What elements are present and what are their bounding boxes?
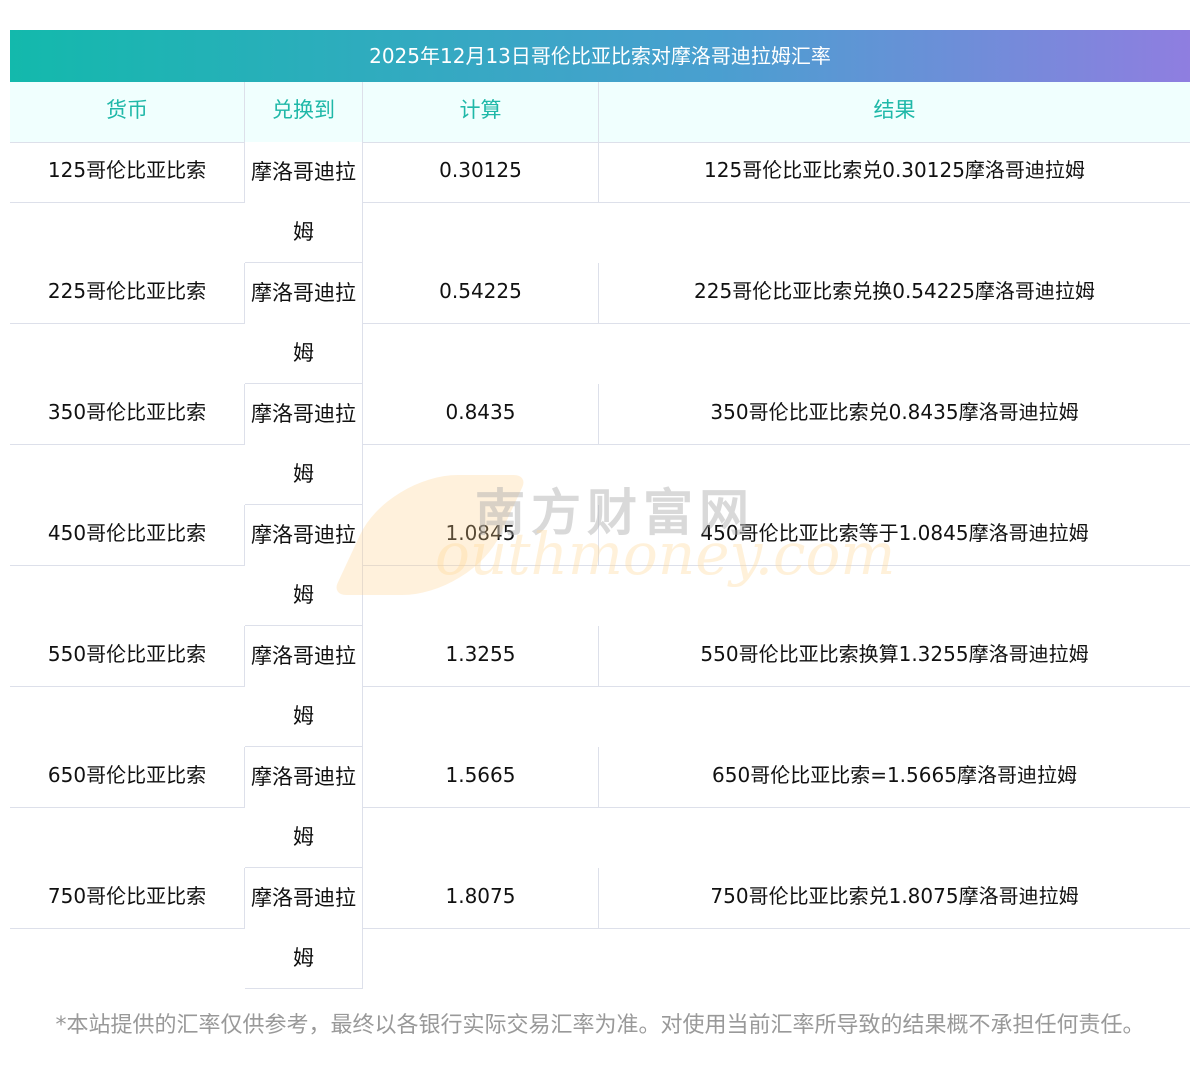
table-row: 125哥伦比亚比索 摩洛哥迪拉姆 0.30125 125哥伦比亚比索兑0.30125摩… bbox=[10, 142, 1190, 263]
target-cell: 摩洛哥迪拉姆 bbox=[245, 263, 363, 384]
table-row: 450哥伦比亚比索 摩洛哥迪拉姆 1.0845 450哥伦比亚比索等于1.0845摩洛… bbox=[10, 505, 1190, 626]
table-row: 750哥伦比亚比索 摩洛哥迪拉姆 1.8075 750哥伦比亚比索兑1.8075摩洛哥… bbox=[10, 868, 1190, 989]
currency-cell: 125哥伦比亚比索 bbox=[10, 142, 245, 203]
table-row: 350哥伦比亚比索 摩洛哥迪拉姆 0.8435 350哥伦比亚比索兑0.8435摩洛哥… bbox=[10, 384, 1190, 505]
calc-cell: 1.5665 bbox=[363, 747, 599, 808]
target-cell: 摩洛哥迪拉姆 bbox=[245, 142, 363, 263]
currency-cell: 650哥伦比亚比索 bbox=[10, 747, 245, 808]
result-cell: 125哥伦比亚比索兑0.30125摩洛哥迪拉姆 bbox=[599, 142, 1190, 203]
currency-cell: 450哥伦比亚比索 bbox=[10, 505, 245, 566]
currency-cell: 550哥伦比亚比索 bbox=[10, 626, 245, 687]
result-cell: 450哥伦比亚比索等于1.0845摩洛哥迪拉姆 bbox=[599, 505, 1190, 566]
result-cell: 225哥伦比亚比索兑换0.54225摩洛哥迪拉姆 bbox=[599, 263, 1190, 324]
table-title: 2025年12月13日哥伦比亚比索对摩洛哥迪拉姆汇率 bbox=[10, 30, 1190, 82]
currency-cell: 750哥伦比亚比索 bbox=[10, 868, 245, 929]
result-cell: 750哥伦比亚比索兑1.8075摩洛哥迪拉姆 bbox=[599, 868, 1190, 929]
calc-cell: 1.8075 bbox=[363, 868, 599, 929]
header-target: 兑换到 bbox=[245, 82, 363, 142]
target-cell: 摩洛哥迪拉姆 bbox=[245, 384, 363, 505]
calc-cell: 0.30125 bbox=[363, 142, 599, 203]
result-cell: 650哥伦比亚比索=1.5665摩洛哥迪拉姆 bbox=[599, 747, 1190, 808]
calc-cell: 1.0845 bbox=[363, 505, 599, 566]
header-result: 结果 bbox=[873, 98, 916, 122]
calc-cell: 0.54225 bbox=[363, 263, 599, 324]
target-cell: 摩洛哥迪拉姆 bbox=[245, 505, 363, 626]
header-calc: 计算 bbox=[363, 82, 599, 142]
target-cell: 摩洛哥迪拉姆 bbox=[245, 626, 363, 747]
header-currency: 货币 bbox=[10, 82, 245, 142]
table-row: 225哥伦比亚比索 摩洛哥迪拉姆 0.54225 225哥伦比亚比索兑换0.54225… bbox=[10, 263, 1190, 384]
target-cell: 摩洛哥迪拉姆 bbox=[245, 868, 363, 989]
table-row: 550哥伦比亚比索 摩洛哥迪拉姆 1.3255 550哥伦比亚比索换算1.3255摩洛… bbox=[10, 626, 1190, 747]
table-row: 650哥伦比亚比索 摩洛哥迪拉姆 1.5665 650哥伦比亚比索=1.5665摩洛哥… bbox=[10, 747, 1190, 868]
calc-cell: 0.8435 bbox=[363, 384, 599, 445]
currency-cell: 350哥伦比亚比索 bbox=[10, 384, 245, 445]
currency-cell: 225哥伦比亚比索 bbox=[10, 263, 245, 324]
result-cell: 550哥伦比亚比索换算1.3255摩洛哥迪拉姆 bbox=[599, 626, 1190, 687]
target-cell: 摩洛哥迪拉姆 bbox=[245, 747, 363, 868]
result-cell: 350哥伦比亚比索兑0.8435摩洛哥迪拉姆 bbox=[599, 384, 1190, 445]
calc-cell: 1.3255 bbox=[363, 626, 599, 687]
table-header: 货币 兑换到 计算 结果 bbox=[10, 82, 1190, 143]
disclaimer: *本站提供的汇率仅供参考，最终以各银行实际交易汇率为准。对使用当前汇率所导致的结… bbox=[55, 1013, 1145, 1038]
